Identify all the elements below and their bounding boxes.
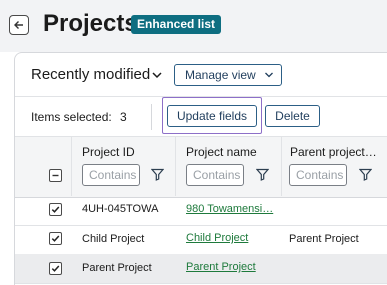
row-checkbox[interactable] — [49, 262, 62, 275]
checkbox-checked-icon — [51, 265, 60, 272]
page-title: Projects — [43, 10, 138, 37]
column-header-project-name[interactable]: Project name — [186, 145, 257, 159]
row-checkbox[interactable] — [49, 203, 62, 216]
column-separator — [281, 137, 282, 196]
cell-project-id: Parent Project — [82, 262, 152, 274]
filter-icon[interactable] — [359, 168, 372, 181]
checkbox-checked-icon — [51, 206, 60, 213]
column-header-parent-project[interactable]: Parent project… — [290, 145, 377, 159]
cell-parent-project: Parent Project — [289, 233, 359, 245]
items-selected-label: Items selected: — [31, 110, 112, 124]
manage-view-label: Manage view — [185, 68, 256, 82]
project-name-link[interactable]: Child Project — [186, 232, 248, 244]
action-divider — [151, 104, 152, 130]
cell-project-id: Child Project — [82, 233, 145, 245]
column-separator — [175, 137, 176, 196]
project-name-link[interactable]: 980 Towamensi… — [186, 203, 273, 215]
select-all-checkbox[interactable] — [49, 169, 62, 182]
update-fields-button[interactable]: Update fields — [167, 105, 257, 127]
checkbox-indeterminate-icon — [52, 174, 59, 177]
filter-input-project-id[interactable]: Contains — [82, 164, 140, 186]
back-button[interactable] — [9, 15, 29, 35]
delete-button[interactable]: Delete — [265, 105, 320, 127]
manage-view-button[interactable]: Manage view — [174, 64, 282, 86]
filter-input-parent-project[interactable]: Contains — [289, 164, 347, 186]
checkbox-checked-icon — [51, 235, 60, 242]
back-arrow-icon — [14, 21, 23, 29]
filter-input-project-name[interactable]: Contains — [186, 164, 244, 186]
filter-icon[interactable] — [256, 168, 269, 181]
column-header-project-id[interactable]: Project ID — [82, 145, 135, 159]
filter-icon[interactable] — [151, 168, 164, 181]
row-checkbox[interactable] — [49, 232, 62, 245]
items-selected-count: 3 — [120, 110, 127, 124]
view-selector[interactable]: Recently modified — [31, 66, 150, 83]
chevron-down-icon — [264, 72, 273, 78]
column-separator — [71, 137, 72, 196]
cell-project-id: 4UH-045TOWA — [82, 203, 159, 215]
project-name-link[interactable]: Parent Project — [186, 261, 256, 273]
enhanced-list-badge: Enhanced list — [131, 15, 222, 34]
chevron-down-icon[interactable] — [151, 70, 163, 80]
